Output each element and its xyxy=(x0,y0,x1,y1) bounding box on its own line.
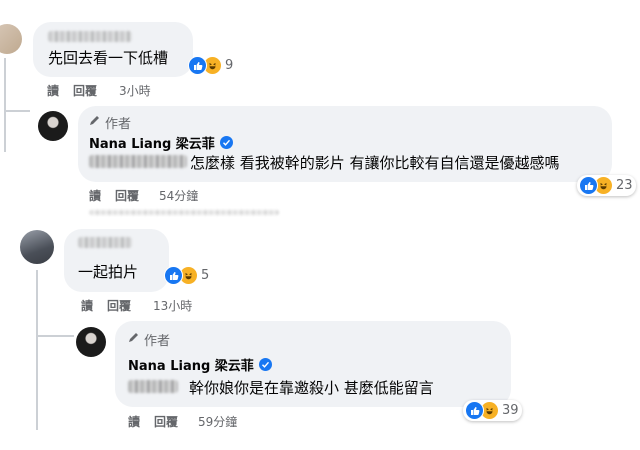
comment-actions: 讀 回覆 13小時 xyxy=(81,297,192,314)
read-button[interactable]: 讀 xyxy=(47,82,59,99)
thread-connector xyxy=(4,58,6,152)
author-name[interactable]: Nana Liang 梁云菲 xyxy=(128,355,254,374)
reply-text: 怎麼樣 看我被幹的影片 有讓你比較有自信還是優越感嗎 xyxy=(190,154,560,172)
read-button[interactable]: 讀 xyxy=(89,187,101,204)
comment-text: 一起拍片 xyxy=(78,263,139,281)
reaction-count: 5 xyxy=(201,268,210,283)
mentioned-name-redacted xyxy=(89,155,187,168)
thread-branch xyxy=(4,110,30,112)
pencil-icon xyxy=(127,331,140,348)
reply-timestamp[interactable]: 54分鐘 xyxy=(159,187,198,204)
comment-actions: 讀 回覆 3小時 xyxy=(47,82,151,99)
author-name-row: Nana Liang 梁云菲 xyxy=(128,355,272,374)
author-badge-label: 作者 xyxy=(105,117,132,132)
like-reaction-icon xyxy=(164,266,183,285)
reply-button[interactable]: 回覆 xyxy=(107,297,131,314)
reaction-count: 23 xyxy=(616,178,633,193)
comment-timestamp[interactable]: 13小時 xyxy=(153,297,192,314)
reaction-count: 9 xyxy=(225,58,234,73)
comment-timestamp[interactable]: 3小時 xyxy=(119,82,151,99)
verified-badge-icon xyxy=(258,358,272,371)
reply-button[interactable]: 回覆 xyxy=(115,187,139,204)
thread-branch xyxy=(36,335,74,337)
read-button[interactable]: 讀 xyxy=(128,413,140,430)
reaction-summary[interactable]: 5 xyxy=(164,266,209,285)
like-reaction-icon xyxy=(579,176,598,195)
reply-button[interactable]: 回覆 xyxy=(154,413,178,430)
reply-actions: 讀 回覆 54分鐘 xyxy=(89,187,198,204)
pencil-icon xyxy=(88,114,101,131)
author-badge-label: 作者 xyxy=(144,334,171,349)
clipped-row-redacted xyxy=(89,210,279,215)
read-button[interactable]: 讀 xyxy=(81,297,93,314)
verified-badge-icon xyxy=(219,136,233,149)
reaction-summary[interactable]: 39 xyxy=(463,400,522,421)
author-name[interactable]: Nana Liang 梁云菲 xyxy=(89,133,215,152)
reply-timestamp[interactable]: 59分鐘 xyxy=(198,413,237,430)
commenter-name-redacted xyxy=(78,237,132,248)
avatar[interactable] xyxy=(0,24,22,54)
reply-button[interactable]: 回覆 xyxy=(73,82,97,99)
reply-text: 幹你娘你是在靠邀殺小 甚麼低能留言 xyxy=(189,379,434,397)
commenter-name-redacted xyxy=(48,31,132,42)
reaction-summary[interactable]: 23 xyxy=(577,175,636,196)
comment-text: 先回去看一下低槽 xyxy=(48,49,169,67)
author-badge: 作者 xyxy=(88,113,131,132)
mentioned-name-redacted xyxy=(128,380,178,393)
reaction-count: 39 xyxy=(502,403,519,418)
like-reaction-icon xyxy=(465,401,484,420)
author-avatar[interactable] xyxy=(38,111,68,141)
avatar[interactable] xyxy=(20,230,54,264)
author-avatar[interactable] xyxy=(76,327,106,357)
author-badge: 作者 xyxy=(127,330,170,349)
reply-actions: 讀 回覆 59分鐘 xyxy=(128,413,237,430)
thread-connector xyxy=(36,270,38,430)
like-reaction-icon xyxy=(188,56,207,75)
reaction-summary[interactable]: 9 xyxy=(188,56,233,75)
author-name-row: Nana Liang 梁云菲 xyxy=(89,133,233,152)
